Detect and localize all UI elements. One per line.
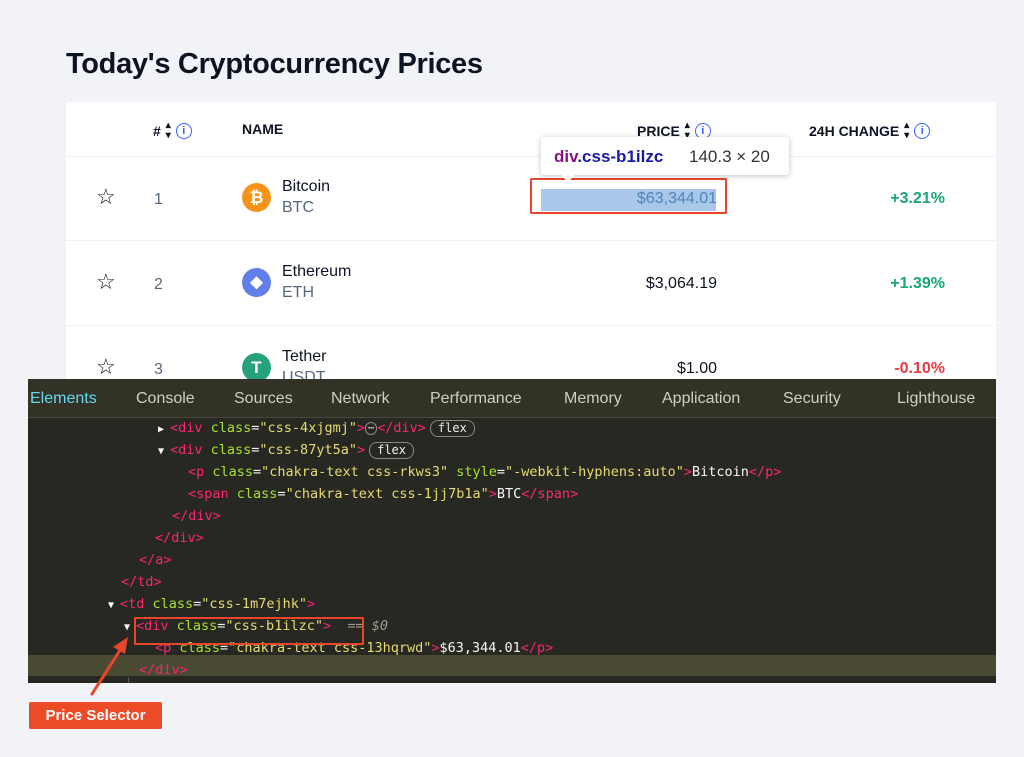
rank-cell: 3 bbox=[154, 361, 163, 378]
tooltip-tag: div bbox=[554, 147, 578, 166]
expand-icon[interactable]: ▶ bbox=[158, 419, 170, 441]
info-icon[interactable]: i bbox=[914, 123, 931, 139]
tooltip-class: .css-b1ilzc bbox=[577, 147, 664, 166]
tether-icon: T bbox=[242, 353, 271, 382]
attr-value: "-webkit-hyphens:auto" bbox=[505, 464, 684, 480]
change-cell: -0.10% bbox=[894, 360, 945, 377]
ethereum-icon: ◆ bbox=[242, 268, 271, 297]
dom-node[interactable]: <span class="chakra-text css-1jj7b1a">BT… bbox=[188, 483, 578, 505]
tab-sources[interactable]: Sources bbox=[234, 390, 293, 408]
coin-name[interactable]: Tether bbox=[282, 348, 326, 366]
tab-console[interactable]: Console bbox=[136, 390, 195, 408]
bitcoin-icon: ₿ bbox=[242, 183, 271, 212]
dom-node[interactable]: ▼ <div class="css-87yt5a"> flex bbox=[158, 439, 415, 463]
name-header[interactable]: NAME bbox=[242, 121, 283, 137]
rank-header[interactable]: # ▴ ▾ i bbox=[153, 121, 192, 141]
attr-value: "chakra-text css-rkws3" bbox=[261, 464, 449, 480]
node-text: $63,344.01 bbox=[439, 640, 521, 656]
star-icon[interactable]: ☆ bbox=[96, 271, 116, 293]
sort-icon: ▴ ▾ bbox=[165, 120, 171, 141]
node-text: Bitcoin bbox=[691, 464, 749, 480]
star-icon[interactable]: ☆ bbox=[96, 186, 116, 208]
dom-node[interactable]: ▶ <div class="css-4xjgmj"> ⋯ </div> flex bbox=[158, 417, 475, 439]
price-cell: $3,064.19 bbox=[645, 275, 717, 292]
table-row[interactable]: ☆ 2 ◆ Ethereum ETH $3,064.19 +1.39% bbox=[66, 241, 996, 326]
dom-node[interactable]: ▼ <td class="css-1m7ejhk"> bbox=[108, 593, 315, 615]
info-icon[interactable]: i bbox=[175, 123, 192, 139]
dom-node[interactable]: </td> bbox=[121, 571, 162, 593]
name-header-label: NAME bbox=[242, 121, 284, 137]
coin-name[interactable]: Ethereum bbox=[282, 263, 351, 281]
node-text: BTC bbox=[496, 486, 522, 502]
dom-node[interactable]: </a> bbox=[139, 549, 172, 571]
tab-network[interactable]: Network bbox=[331, 390, 390, 408]
attr-value: "css-87yt5a" bbox=[259, 442, 357, 458]
coin-symbol: BTC bbox=[282, 199, 314, 216]
tab-application[interactable]: Application bbox=[662, 390, 740, 408]
price-selector-label: Price Selector bbox=[29, 702, 162, 729]
tab-memory[interactable]: Memory bbox=[564, 390, 622, 408]
collapse-icon[interactable]: ▼ bbox=[108, 595, 120, 617]
table-row[interactable]: ☆ 1 ₿ Bitcoin BTC $63,344.01 +3.21% bbox=[66, 156, 996, 241]
crypto-table: # ▴ ▾ i NAME PRICE ▴ ▾ i 24H CHANGE ▴ ▾ i ☆… bbox=[66, 102, 996, 402]
change-header[interactable]: 24H CHANGE ▴ ▾ i bbox=[809, 120, 931, 141]
price-cell: $63,344.01 bbox=[636, 190, 717, 207]
flex-badge[interactable]: flex bbox=[429, 420, 475, 437]
star-icon[interactable]: ☆ bbox=[96, 356, 116, 378]
page-title: Today's Cryptocurrency Prices bbox=[66, 48, 483, 80]
table-header: # ▴ ▾ i NAME PRICE ▴ ▾ i 24H CHANGE ▴ ▾ i bbox=[66, 102, 996, 157]
rank-cell: 1 bbox=[154, 191, 163, 208]
tooltip-arrow bbox=[560, 174, 576, 182]
rank-cell: 2 bbox=[154, 276, 163, 293]
sort-icon: ▴ ▾ bbox=[904, 120, 910, 141]
attr-value: "chakra-text css-1jj7b1a" bbox=[285, 486, 489, 502]
dom-node[interactable]: </div> bbox=[172, 505, 221, 527]
flex-badge[interactable]: flex bbox=[369, 442, 415, 459]
tooltip-size: 140.3 × 20 bbox=[689, 147, 770, 166]
change-cell: +3.21% bbox=[890, 190, 945, 207]
collapse-icon[interactable]: ▼ bbox=[158, 441, 170, 463]
dom-node[interactable]: <p class="chakra-text css-rkws3" style="… bbox=[188, 461, 781, 483]
coin-name[interactable]: Bitcoin bbox=[282, 178, 330, 196]
tooltip-selector: div.css-b1ilzc bbox=[554, 147, 663, 167]
dom-node[interactable]: </div> bbox=[155, 527, 204, 549]
selector-highlight-box bbox=[134, 617, 364, 645]
coin-symbol: ETH bbox=[282, 284, 314, 301]
change-header-label: 24H CHANGE bbox=[809, 123, 900, 139]
inspect-tooltip: div.css-b1ilzc 140.3 × 20 bbox=[541, 137, 789, 175]
attr-value: "css-1m7ejhk" bbox=[201, 596, 307, 612]
devtools-tabs: Elements Console Sources Network Perform… bbox=[28, 379, 996, 418]
tab-lighthouse[interactable]: Lighthouse bbox=[897, 390, 975, 408]
price-cell: $1.00 bbox=[676, 360, 717, 377]
change-cell: +1.39% bbox=[890, 275, 945, 292]
attr-value: "css-4xjgmj" bbox=[259, 420, 357, 436]
tab-performance[interactable]: Performance bbox=[430, 390, 522, 408]
tree-guide-line bbox=[128, 677, 129, 683]
rank-header-label: # bbox=[153, 123, 161, 139]
tab-elements[interactable]: Elements bbox=[30, 390, 97, 408]
tab-security[interactable]: Security bbox=[783, 390, 841, 408]
ellipsis-icon[interactable]: ⋯ bbox=[365, 421, 378, 435]
dom-node[interactable]: </div> bbox=[139, 659, 188, 681]
